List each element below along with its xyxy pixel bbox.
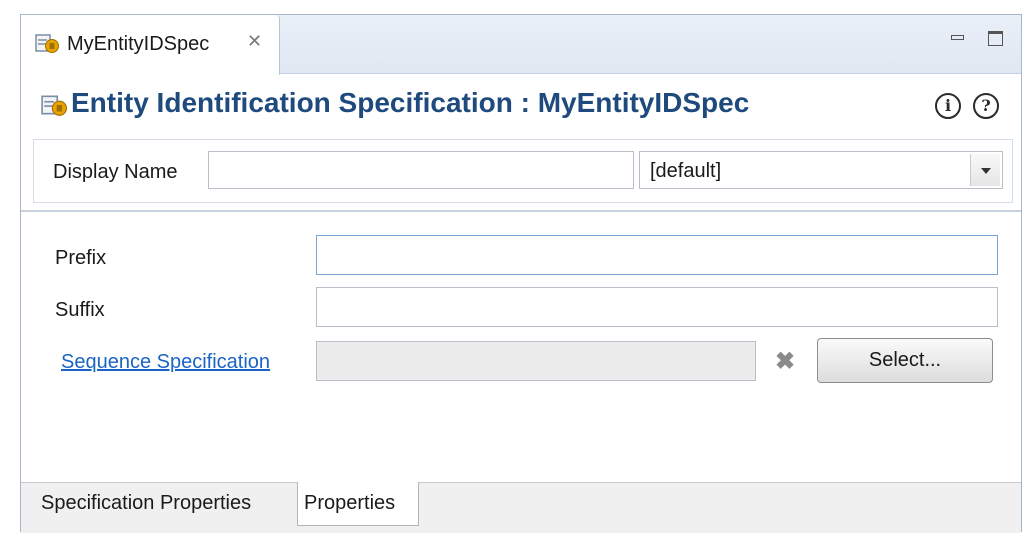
close-icon[interactable]: ✕ [247,31,262,52]
entity-spec-icon [35,32,59,59]
page-title: Entity Identification Specification : My… [71,87,750,118]
sequence-specification-field [316,341,756,381]
clear-icon[interactable]: ✖ [775,347,795,376]
suffix-input[interactable] [316,287,998,327]
sequence-specification-link[interactable]: Sequence Specification [61,351,270,374]
suffix-label: Suffix [55,299,105,321]
chevron-down-icon [981,168,991,174]
help-icon[interactable]: ? [973,93,999,119]
entity-spec-title-icon [41,93,67,122]
display-name-label: Display Name [53,161,178,183]
select-button[interactable]: Select... [817,338,993,383]
info-icon[interactable]: i [935,93,961,119]
locale-selected-value: [default] [650,160,722,182]
locale-select[interactable]: [default] [639,151,1003,189]
tab-specification-properties[interactable]: Specification Properties [35,482,297,524]
display-name-input[interactable] [208,151,634,189]
minimize-icon[interactable] [947,27,969,49]
editor-tab-label: MyEntityIDSpec [67,33,210,55]
prefix-label: Prefix [55,247,107,269]
prefix-input[interactable] [316,235,998,275]
maximize-icon[interactable] [985,27,1007,49]
dropdown-button[interactable] [970,154,1000,186]
editor-tab[interactable]: MyEntityIDSpec ✕ [21,15,280,75]
editor-frame: MyEntityIDSpec ✕ Entity Identification S… [20,14,1022,533]
tab-properties[interactable]: Properties [297,482,419,526]
